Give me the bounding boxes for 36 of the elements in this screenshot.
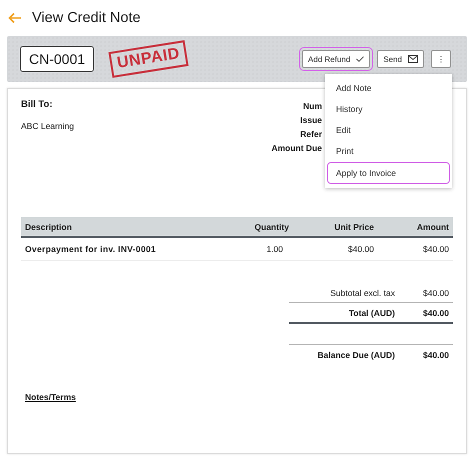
toolbar-button[interactable]: Send [377, 50, 424, 68]
column-header: Unit Price [333, 222, 375, 232]
menu-item[interactable]: Add Note [325, 78, 452, 99]
total-value: $40.00 [423, 288, 449, 298]
total-label: Subtotal excl. tax [329, 288, 396, 298]
credit-note-number: CN-0001 [20, 46, 94, 72]
status-stamp: UNPAID [108, 40, 189, 78]
column-header: Quantity [254, 222, 290, 232]
customer-name: ABC Learning [21, 121, 74, 131]
menu-item[interactable]: Print [325, 141, 452, 162]
table-cell-text: 1.00 [265, 244, 284, 254]
detail-label: Num [302, 100, 322, 113]
total-value: $40.00 [423, 350, 449, 360]
menu-item[interactable]: Apply to Invoice [327, 162, 450, 184]
column-header: Description [24, 222, 73, 232]
total-value: $40.00 [423, 308, 449, 318]
total-label: Balance Due (AUD) [316, 350, 396, 360]
detail-label: Amount Due [270, 142, 322, 155]
table-cell-text: Overpayment for inv. INV-0001 [24, 244, 157, 254]
column-header: Amount [416, 222, 450, 232]
notes-heading: Notes/Terms [24, 392, 76, 402]
detail-label: Refer [299, 128, 322, 141]
total-label: Total (AUD) [348, 308, 396, 318]
toolbar-button[interactable]: Add Refund [302, 50, 370, 68]
back-arrow-icon [8, 12, 22, 24]
detail-label: Issue [299, 114, 322, 127]
more-button[interactable]: ⋮ [431, 50, 451, 68]
bill-to-heading: Bill To: [21, 99, 54, 110]
page-title: View Credit Note [32, 10, 141, 26]
table-cell-text: $40.00 [422, 244, 450, 254]
checkmark-icon [356, 56, 364, 62]
menu-item[interactable]: Edit [325, 120, 452, 141]
table-cell-text: $40.00 [347, 244, 375, 254]
back-button[interactable] [8, 12, 22, 24]
menu-item[interactable]: History [325, 99, 452, 120]
envelope-icon [408, 55, 418, 63]
